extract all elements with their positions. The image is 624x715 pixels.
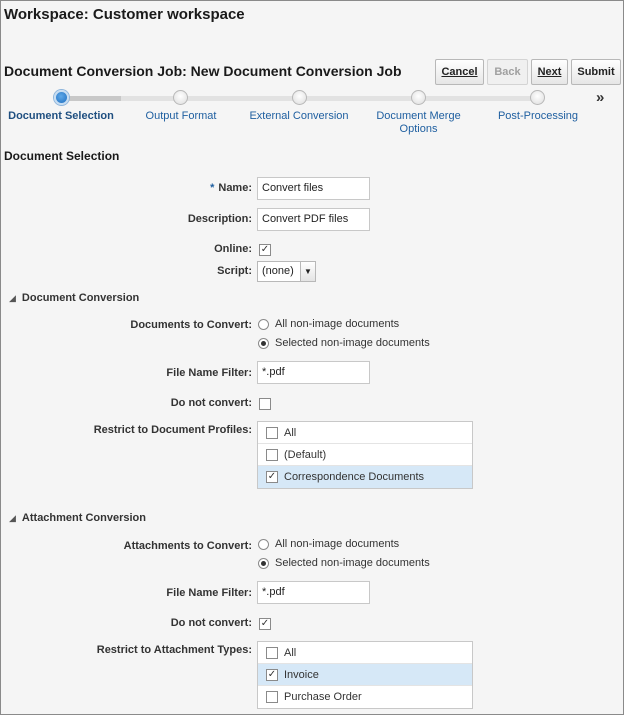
docs-all-label: All non-image documents [275,318,400,330]
list-item[interactable]: ✓ Correspondence Documents [258,466,472,488]
online-label: Online: [214,243,252,255]
type-purchase-order-checkbox[interactable] [266,691,278,703]
train-track-progress [61,96,121,101]
job-title: Document Conversion Job: New Document Co… [4,63,402,79]
name-label: * Name: [121,182,252,194]
atts-selected-radio[interactable] [258,558,269,569]
train-label-external-conversion[interactable]: External Conversion [244,110,354,123]
workspace-title: Workspace: Customer workspace [4,6,245,23]
list-item[interactable]: ✓ Invoice [258,664,472,686]
atts-to-convert-label: Attachments to Convert: [123,540,252,552]
section-title: Document Selection [4,149,120,163]
name-label-text: Name: [218,182,252,194]
description-label: Description: [187,213,252,225]
train-stop-document-selection[interactable] [54,90,69,105]
document-conversion-header[interactable]: ◢ Document Conversion [9,292,139,304]
collapse-icon[interactable]: ◢ [9,293,16,304]
next-button[interactable]: Next [531,59,568,85]
atts-selected-label: Selected non-image documents [275,557,430,569]
train-stop-output-format[interactable] [173,90,188,105]
chevron-down-icon[interactable]: ▼ [300,262,315,281]
type-invoice-label: Invoice [284,669,319,681]
check-icon: ✓ [260,244,270,255]
check-icon: ✓ [267,669,277,680]
description-input[interactable]: Convert PDF files [257,208,370,231]
document-conversion-title: Document Conversion [21,292,140,304]
online-checkbox[interactable]: ✓ [259,244,271,256]
check-icon: ✓ [260,618,270,629]
profile-correspondence-label: Correspondence Documents [284,471,425,483]
back-button-label: Back [494,66,521,78]
script-select-value: (none) [262,265,294,277]
doc-file-filter-input[interactable]: *.pdf [257,361,370,384]
train-stop-external-conversion[interactable] [292,90,307,105]
list-item[interactable]: All [258,422,472,444]
list-item[interactable]: (Default) [258,444,472,466]
profile-default-label: (Default) [284,449,327,461]
docs-to-convert-label: Documents to Convert: [130,319,252,331]
att-file-filter-label: File Name Filter: [166,587,252,599]
back-button[interactable]: Back [487,59,528,85]
docs-selected-label: Selected non-image documents [275,337,430,349]
cancel-button[interactable]: Cancel [435,59,484,85]
attachment-conversion-header[interactable]: ◢ Attachment Conversion [9,512,146,524]
doc-do-not-convert-checkbox[interactable] [259,398,271,410]
profiles-list: All (Default) ✓ Correspondence Documents [257,421,473,489]
train-more-icon[interactable]: » [596,89,604,106]
profile-all-label: All [284,427,297,439]
required-icon: * [210,182,215,194]
att-do-not-convert-checkbox[interactable]: ✓ [259,618,271,630]
collapse-icon[interactable]: ◢ [9,513,16,524]
docs-all-radio[interactable] [258,319,269,330]
doc-do-not-convert-label: Do not convert: [170,397,252,409]
submit-button[interactable]: Submit [571,59,621,85]
list-item[interactable]: All [258,642,472,664]
atts-all-label: All non-image documents [275,538,400,550]
train-stop-post-processing[interactable] [530,90,545,105]
list-item[interactable]: Purchase Order [258,686,472,708]
train-label-document-merge[interactable]: Document Merge Options [371,110,466,136]
type-all-label: All [284,647,297,659]
types-list: All ✓ Invoice Purchase Order [257,641,473,709]
next-button-label: Next [537,66,562,78]
submit-button-label: Submit [577,66,615,78]
atts-all-radio[interactable] [258,539,269,550]
att-do-not-convert-label: Do not convert: [170,617,252,629]
restrict-types-label: Restrict to Attachment Types: [96,644,252,656]
profile-default-checkbox[interactable] [266,449,278,461]
type-purchase-order-label: Purchase Order [284,691,362,703]
attachment-conversion-title: Attachment Conversion [21,512,146,524]
train-stop-document-merge[interactable] [411,90,426,105]
docs-selected-radio[interactable] [258,338,269,349]
train-label-post-processing[interactable]: Post-Processing [488,110,588,123]
script-label: Script: [217,265,252,277]
name-input[interactable]: Convert files [257,177,370,200]
check-icon: ✓ [267,471,277,482]
att-file-filter-input[interactable]: *.pdf [257,581,370,604]
train-label-document-selection[interactable]: Document Selection [6,110,116,123]
type-all-checkbox[interactable] [266,647,278,659]
train-label-output-format[interactable]: Output Format [131,110,231,123]
restrict-profiles-label: Restrict to Document Profiles: [93,424,252,436]
profile-all-checkbox[interactable] [266,427,278,439]
window-frame: Workspace: Customer workspace Document C… [0,0,624,715]
type-invoice-checkbox[interactable]: ✓ [266,669,278,681]
doc-file-filter-label: File Name Filter: [166,367,252,379]
cancel-button-label: Cancel [441,66,478,78]
script-select[interactable]: (none) ▼ [257,261,316,282]
profile-correspondence-checkbox[interactable]: ✓ [266,471,278,483]
